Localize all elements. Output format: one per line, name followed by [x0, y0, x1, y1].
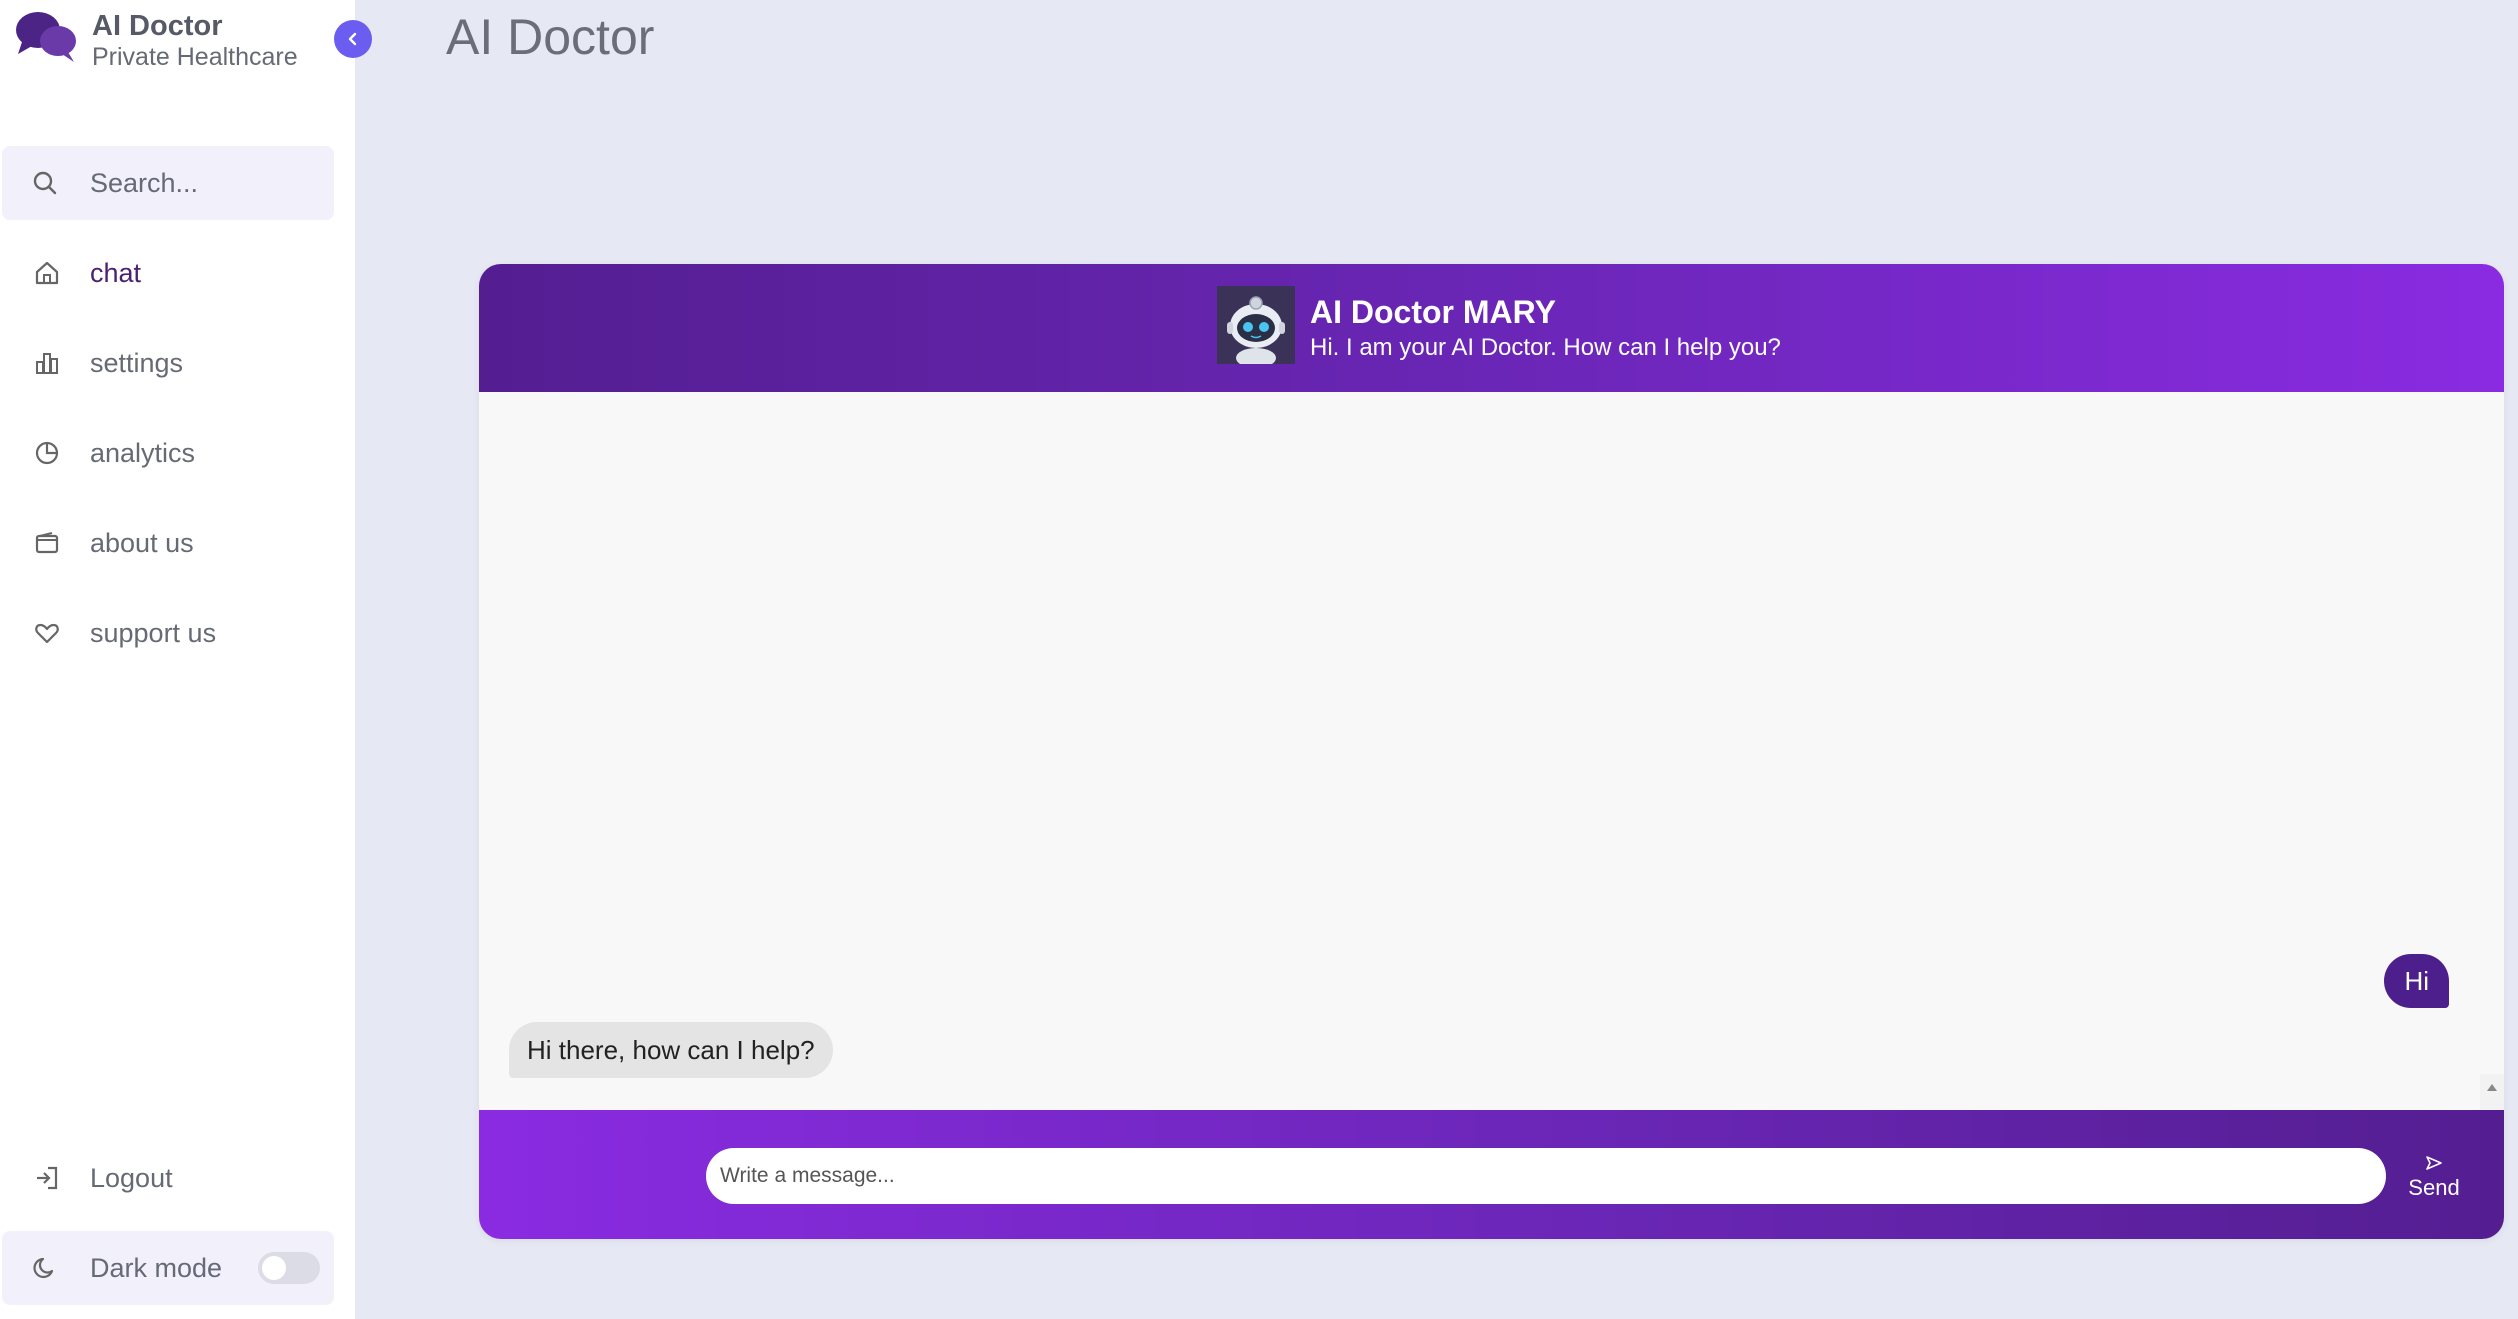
sidebar-item-label: analytics [90, 437, 196, 468]
moon-icon [32, 1253, 62, 1283]
search-input[interactable] [90, 167, 320, 199]
message-input[interactable] [706, 1148, 2386, 1204]
sidebar: AI Doctor Private Healthcare chat settin… [0, 0, 355, 1319]
user-message: Hi [2384, 954, 2449, 1008]
search-icon [32, 169, 60, 197]
bot-message: Hi there, how can I help? [509, 1022, 833, 1078]
search-box[interactable] [2, 146, 334, 220]
bot-name: AI Doctor MARY [1310, 294, 1556, 330]
scroll-up-icon[interactable] [2487, 1084, 2497, 1091]
heart-icon [32, 618, 62, 648]
chat-bubbles-icon [16, 12, 76, 62]
logout-label: Logout [90, 1162, 173, 1193]
send-button[interactable]: Send [2399, 1148, 2469, 1208]
chat-window: AI Doctor MARY Hi. I am your AI Doctor. … [479, 264, 2504, 1239]
chat-header: AI Doctor MARY Hi. I am your AI Doctor. … [479, 264, 2504, 392]
brand[interactable]: AI Doctor Private Healthcare [14, 8, 298, 70]
sidebar-item-settings[interactable]: settings [2, 328, 334, 398]
bar-chart-icon [32, 348, 62, 378]
sidebar-item-label: settings [90, 347, 184, 378]
sidebar-item-chat[interactable]: chat [2, 238, 334, 308]
message-list[interactable]: Hi Hi there, how can I help? [479, 392, 2504, 1110]
send-label: Send [2408, 1175, 2460, 1200]
sidebar-item-about-us[interactable]: about us [2, 508, 334, 578]
sidebar-item-label: about us [90, 527, 194, 558]
brand-title: AI Doctor [92, 10, 223, 42]
sidebar-item-support-us[interactable]: support us [2, 598, 334, 668]
bot-avatar [1217, 286, 1295, 364]
sidebar-item-label: chat [90, 257, 142, 288]
wallet-icon [32, 528, 62, 558]
chevron-left-icon [348, 32, 357, 46]
chat-input-bar: Send [479, 1110, 2504, 1239]
pie-chart-icon [32, 438, 62, 468]
brand-subtitle: Private Healthcare [92, 43, 298, 71]
sidebar-item-analytics[interactable]: analytics [2, 418, 334, 488]
home-icon [32, 258, 62, 288]
toggle-knob [262, 1256, 286, 1280]
dark-mode-toggle[interactable] [258, 1252, 320, 1284]
bot-greeting: Hi. I am your AI Doctor. How can I help … [1310, 334, 1781, 361]
logout-icon [32, 1163, 62, 1193]
dark-mode-label: Dark mode [90, 1252, 223, 1283]
sidebar-item-label: support us [90, 617, 217, 648]
dark-mode-row: Dark mode [2, 1231, 334, 1305]
page-title: AI Doctor [446, 9, 655, 65]
collapse-sidebar-button[interactable] [334, 20, 372, 58]
logout-button[interactable]: Logout [2, 1143, 334, 1213]
send-icon [2426, 1156, 2442, 1170]
